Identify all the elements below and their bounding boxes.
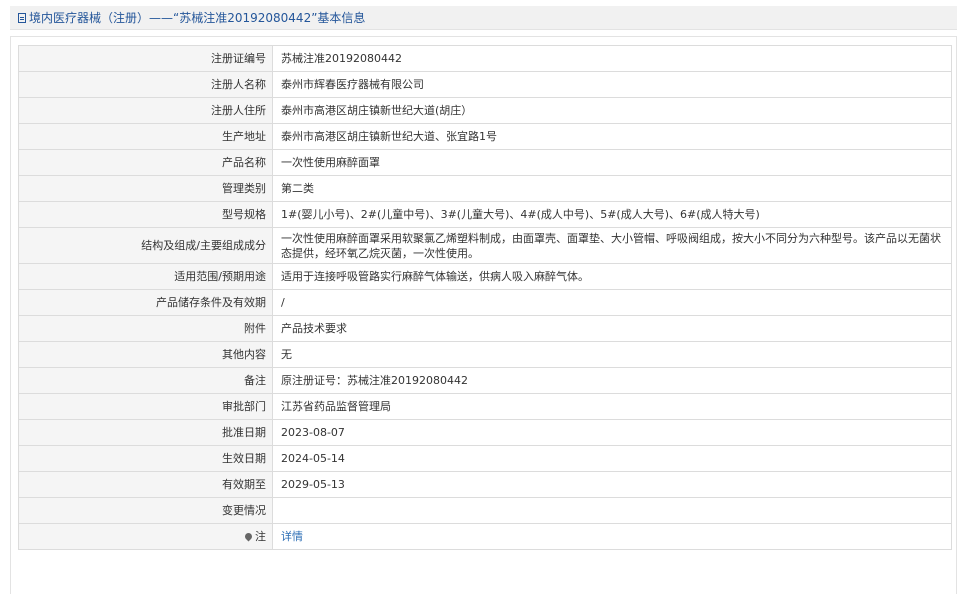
info-table: 注册证编号 苏械注准20192080442 注册人名称 泰州市辉春医疗器械有限公司 … [18,45,952,550]
row-label: 产品名称 [18,149,273,176]
table-row: 其他内容无 [18,341,952,368]
details-link[interactable]: 详情 [281,530,303,543]
table-row: 产品名称 一次性使用麻醉面罩 [18,149,952,176]
row-value: 泰州市辉春医疗器械有限公司 [272,71,952,98]
table-row: 注册人住所 泰州市高港区胡庄镇新世纪大道(胡庄） [18,97,952,124]
table-row: 结构及组成/主要组成成分 一次性使用麻醉面罩采用软聚氯乙烯塑料制成，由面罩壳、面罩… [18,227,952,264]
pin-icon [243,531,254,542]
row-value: 2029-05-13 [272,471,952,498]
page-title: 境内医疗器械（注册）——“苏械注准20192080442”基本信息 [29,11,366,25]
table-row: 生产地址 泰州市高港区胡庄镇新世纪大道、张宜路1号 [18,123,952,150]
table-row: 附件 产品技术要求 [18,315,952,342]
row-value: 原注册证号：苏械注准20192080442 [272,367,952,394]
row-value: 2023-08-07 [272,419,952,446]
table-row: 批准日期 2023-08-07 [18,419,952,446]
note-row: 注 详情 [18,523,952,550]
document-icon [18,12,26,23]
table-row: 适用范围/预期用途 适用于连接呼吸管路实行麻醉气体输送，供病人吸入麻醉气体。 [18,263,952,290]
row-label: 附件 [18,315,273,342]
row-label: 注册人名称 [18,71,273,98]
row-value: / [272,289,952,316]
table-row: 管理类别 第二类 [18,175,952,202]
table-row: 变更情况 [18,497,952,524]
table-row: 产品储存条件及有效期 / [18,289,952,316]
row-label: 结构及组成/主要组成成分 [18,227,273,264]
table-row: 注册证编号 苏械注准20192080442 [18,45,952,72]
row-label: 型号规格 [18,201,273,228]
row-value: 一次性使用麻醉面罩 [272,149,952,176]
table-row: 注册人名称 泰州市辉春医疗器械有限公司 [18,71,952,98]
row-label: 管理类别 [18,175,273,202]
row-label: 审批部门 [18,393,273,420]
row-label: 备注 [18,367,273,394]
row-value: 适用于连接呼吸管路实行麻醉气体输送，供病人吸入麻醉气体。 [272,263,952,290]
note-label-cell: 注 [18,523,273,550]
row-label: 有效期至 [18,471,273,498]
table-row: 型号规格 1#(婴儿小号)、2#(儿童中号)、3#(儿童大号)、4#(成人中号)、… [18,201,952,228]
table-row: 生效日期 2024-05-14 [18,445,952,472]
row-value [272,497,952,524]
page-header: 境内医疗器械（注册）——“苏械注准20192080442”基本信息 [10,6,957,30]
row-value: 一次性使用麻醉面罩采用软聚氯乙烯塑料制成，由面罩壳、面罩垫、大小管帽、呼吸阀组成… [272,227,952,264]
row-value: 产品技术要求 [272,315,952,342]
row-value: 泰州市高港区胡庄镇新世纪大道、张宜路1号 [272,123,952,150]
table-row: 有效期至 2029-05-13 [18,471,952,498]
row-value: 无 [272,341,952,368]
row-label: 生产地址 [18,123,273,150]
row-label: 批准日期 [18,419,273,446]
table-row: 审批部门 江苏省药品监督管理局 [18,393,952,420]
row-value: 江苏省药品监督管理局 [272,393,952,420]
table-row: 备注 原注册证号：苏械注准20192080442 [18,367,952,394]
row-value: 苏械注准20192080442 [272,45,952,72]
row-value: 2024-05-14 [272,445,952,472]
row-label: 注册证编号 [18,45,273,72]
row-label: 生效日期 [18,445,273,472]
row-value: 泰州市高港区胡庄镇新世纪大道(胡庄） [272,97,952,124]
row-label: 注册人住所 [18,97,273,124]
row-label: 变更情况 [18,497,273,524]
row-value: 1#(婴儿小号)、2#(儿童中号)、3#(儿童大号)、4#(成人中号)、5#(成… [272,201,952,228]
row-label: 其他内容 [18,341,273,368]
note-value-cell: 详情 [272,523,952,550]
row-label: 适用范围/预期用途 [18,263,273,290]
row-value: 第二类 [272,175,952,202]
note-label: 注 [255,530,266,543]
row-label: 产品储存条件及有效期 [18,289,273,316]
